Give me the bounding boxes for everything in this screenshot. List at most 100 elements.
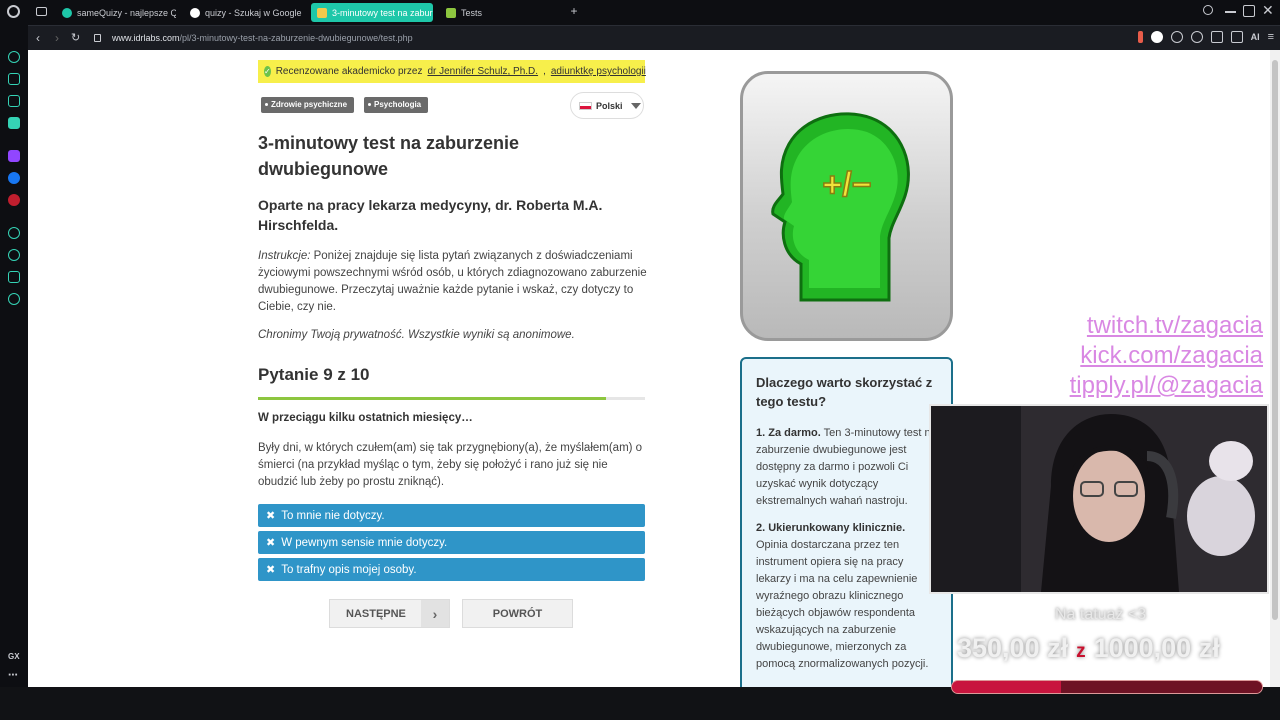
- language-selector[interactable]: Polski: [570, 92, 644, 119]
- question-number: Pytanie 9 z 10: [258, 365, 370, 384]
- answer-option-1[interactable]: ✖ To mnie nie dotyczy.: [258, 504, 645, 527]
- url-host: www.idrlabs.com: [112, 33, 180, 43]
- page-title: 3-minutowy test na zaburzenie dwubieguno…: [258, 133, 520, 179]
- language-label: Polski: [596, 100, 623, 111]
- settings-gear-icon[interactable]: [8, 293, 20, 305]
- youtube-icon[interactable]: [8, 194, 20, 206]
- reload-icon[interactable]: ↻: [71, 32, 80, 44]
- caret-down-icon: [630, 102, 641, 109]
- kick-link: kick.com/zagacia: [1080, 342, 1263, 369]
- gx-label: GX: [8, 652, 20, 661]
- question-text: Były dni, w których czułem(am) się tak p…: [258, 442, 643, 488]
- extensions-icon[interactable]: [8, 271, 20, 283]
- speed-dial-icon[interactable]: [8, 51, 20, 63]
- snapshot-icon[interactable]: [1210, 31, 1223, 43]
- sidebar: GX ⋯: [0, 25, 28, 720]
- why-take-test-box: Dlaczego warto skorzystać z tego testu? …: [740, 357, 953, 687]
- minimize-icon[interactable]: [1225, 11, 1236, 13]
- cross-icon: ✖: [266, 564, 276, 576]
- google-favicon-icon: [190, 7, 200, 18]
- review-prefix: Recenzowane akademicko przez: [275, 66, 423, 77]
- reviewer-link[interactable]: dr Jennifer Schulz, Ph.D.: [427, 66, 538, 77]
- question-heading: W przeciągu kilku ostatnich miesięcy…: [258, 412, 473, 424]
- twitch-icon[interactable]: [8, 150, 20, 162]
- instructions-text: Poniżej znajduje się lista pytań związan…: [258, 250, 647, 313]
- tab-label: quizy - Szukaj w Google: [205, 7, 302, 18]
- new-tab-plus-icon[interactable]: +: [568, 5, 580, 17]
- address-bar: ‹ › ↻ www.idrlabs.com/pl/3-minutowy-test…: [28, 25, 1280, 50]
- donation-goal-amount: 350,00 zł z 1000,00 zł: [957, 633, 1220, 664]
- why-title: Dlaczego warto skorzystać z tego testu?: [756, 375, 933, 409]
- test-logo: +/−: [740, 71, 953, 341]
- tab-samequizy[interactable]: sameQuizy - najlepsze Qu: [56, 3, 176, 22]
- next-label: NASTĘPNE: [346, 607, 406, 620]
- tab-label: 3-minutowy test na zabur: [332, 7, 433, 18]
- download-icon[interactable]: [1230, 31, 1243, 43]
- menu-icon[interactable]: ≡: [1268, 31, 1274, 43]
- player-icon[interactable]: [8, 227, 20, 239]
- maximize-icon[interactable]: [1243, 5, 1255, 17]
- webcam-overlay: [929, 404, 1269, 594]
- why-item-2: 2. Ukierunkowany klinicznie. Opinia dost…: [756, 520, 937, 673]
- donation-goal-remaining: [1060, 681, 1262, 693]
- answer-label: To trafny opis mojej osoby.: [281, 563, 417, 576]
- search-icon[interactable]: [1203, 5, 1213, 15]
- answer-option-2[interactable]: ✖ W pewnym sensie mnie dotyczy.: [258, 531, 645, 554]
- vpn-icon[interactable]: [1150, 31, 1163, 43]
- stream-links: twitch.tv/zagacia kick.com/zagacia tippl…: [1070, 311, 1263, 401]
- goal-separator: z: [1076, 641, 1086, 662]
- progress-fill: [258, 397, 607, 400]
- gx-corner-icon[interactable]: [8, 95, 20, 107]
- tab-bar: sameQuizy - najlepsze Qu quizy - Szukaj …: [0, 0, 1280, 25]
- tag-mental-health[interactable]: Zdrowie psychiczne: [261, 97, 355, 113]
- verified-check-icon: ✓: [264, 66, 271, 77]
- answer-label: W pewnym sensie mnie dotyczy.: [281, 536, 448, 549]
- tab-google[interactable]: quizy - Szukaj w Google: [184, 3, 304, 22]
- chevron-right-icon: ›: [421, 600, 449, 627]
- tests-favicon-icon: [446, 7, 456, 18]
- tab-overview-icon[interactable]: [36, 7, 47, 16]
- extension-icon[interactable]: [1170, 31, 1183, 43]
- donation-goal-bar: [951, 680, 1263, 694]
- url-field[interactable]: www.idrlabs.com/pl/3-minutowy-test-na-za…: [112, 33, 413, 43]
- back-icon[interactable]: ‹: [36, 32, 40, 44]
- goal-current: 350,00 zł: [957, 633, 1069, 663]
- idrlabs-favicon-icon: [317, 7, 327, 18]
- back-label: POWRÓT: [492, 607, 543, 620]
- reviewer-role-link[interactable]: adiunktkę psychologii: [551, 66, 646, 77]
- donation-goal-fill: [952, 681, 1061, 693]
- lock-icon: [94, 34, 101, 42]
- tag-psychology[interactable]: Psychologia: [364, 97, 429, 113]
- puzzle-icon[interactable]: [1190, 31, 1203, 43]
- answer-option-3[interactable]: ✖ To trafny opis mojej osoby.: [258, 558, 645, 581]
- cross-icon: ✖: [266, 537, 276, 549]
- why-item-1-text: Ten 3-minutowy test na zaburzenie dwubie…: [756, 427, 937, 507]
- instructions: Instrukcje: Poniżej znajduje się lista p…: [258, 248, 648, 316]
- facebook-messenger-icon[interactable]: [8, 172, 20, 184]
- plus-minus-symbol: +/−: [822, 166, 871, 204]
- url-path: /pl/3-minutowy-test-na-zaburzenie-dwubie…: [179, 33, 413, 43]
- cross-icon: ✖: [266, 510, 276, 522]
- back-button[interactable]: POWRÓT: [462, 599, 573, 628]
- tab-label: sameQuizy - najlepsze Qu: [77, 7, 176, 18]
- extension-toolbar: AI ≡: [1137, 31, 1274, 43]
- tab-bipolar-test[interactable]: 3-minutowy test na zabur: [311, 3, 433, 22]
- head-plus-minus-icon: +/−: [771, 112, 910, 302]
- progress-bar: [258, 397, 645, 400]
- page-scrollbar-thumb[interactable]: [1272, 60, 1278, 620]
- ai-button[interactable]: AI: [1251, 32, 1260, 42]
- more-dots-icon[interactable]: ⋯: [8, 670, 18, 681]
- samequizy-favicon-icon: [62, 7, 72, 18]
- battery-icon[interactable]: [1137, 31, 1143, 43]
- close-window-icon[interactable]: ✕: [1262, 2, 1274, 19]
- gx-control-icon[interactable]: [8, 73, 20, 85]
- tab-tests[interactable]: Tests: [440, 3, 560, 22]
- answer-label: To mnie nie dotyczy.: [281, 509, 385, 522]
- goal-target: 1000,00 zł: [1093, 633, 1220, 663]
- forward-icon[interactable]: ›: [55, 32, 59, 44]
- opera-gx-logo-icon[interactable]: [7, 5, 20, 18]
- history-icon[interactable]: [8, 249, 20, 261]
- next-button[interactable]: NASTĘPNE ›: [329, 599, 450, 628]
- messenger-m-icon[interactable]: [8, 117, 20, 129]
- donation-goal-title: Na tatuaż <3: [1055, 606, 1147, 623]
